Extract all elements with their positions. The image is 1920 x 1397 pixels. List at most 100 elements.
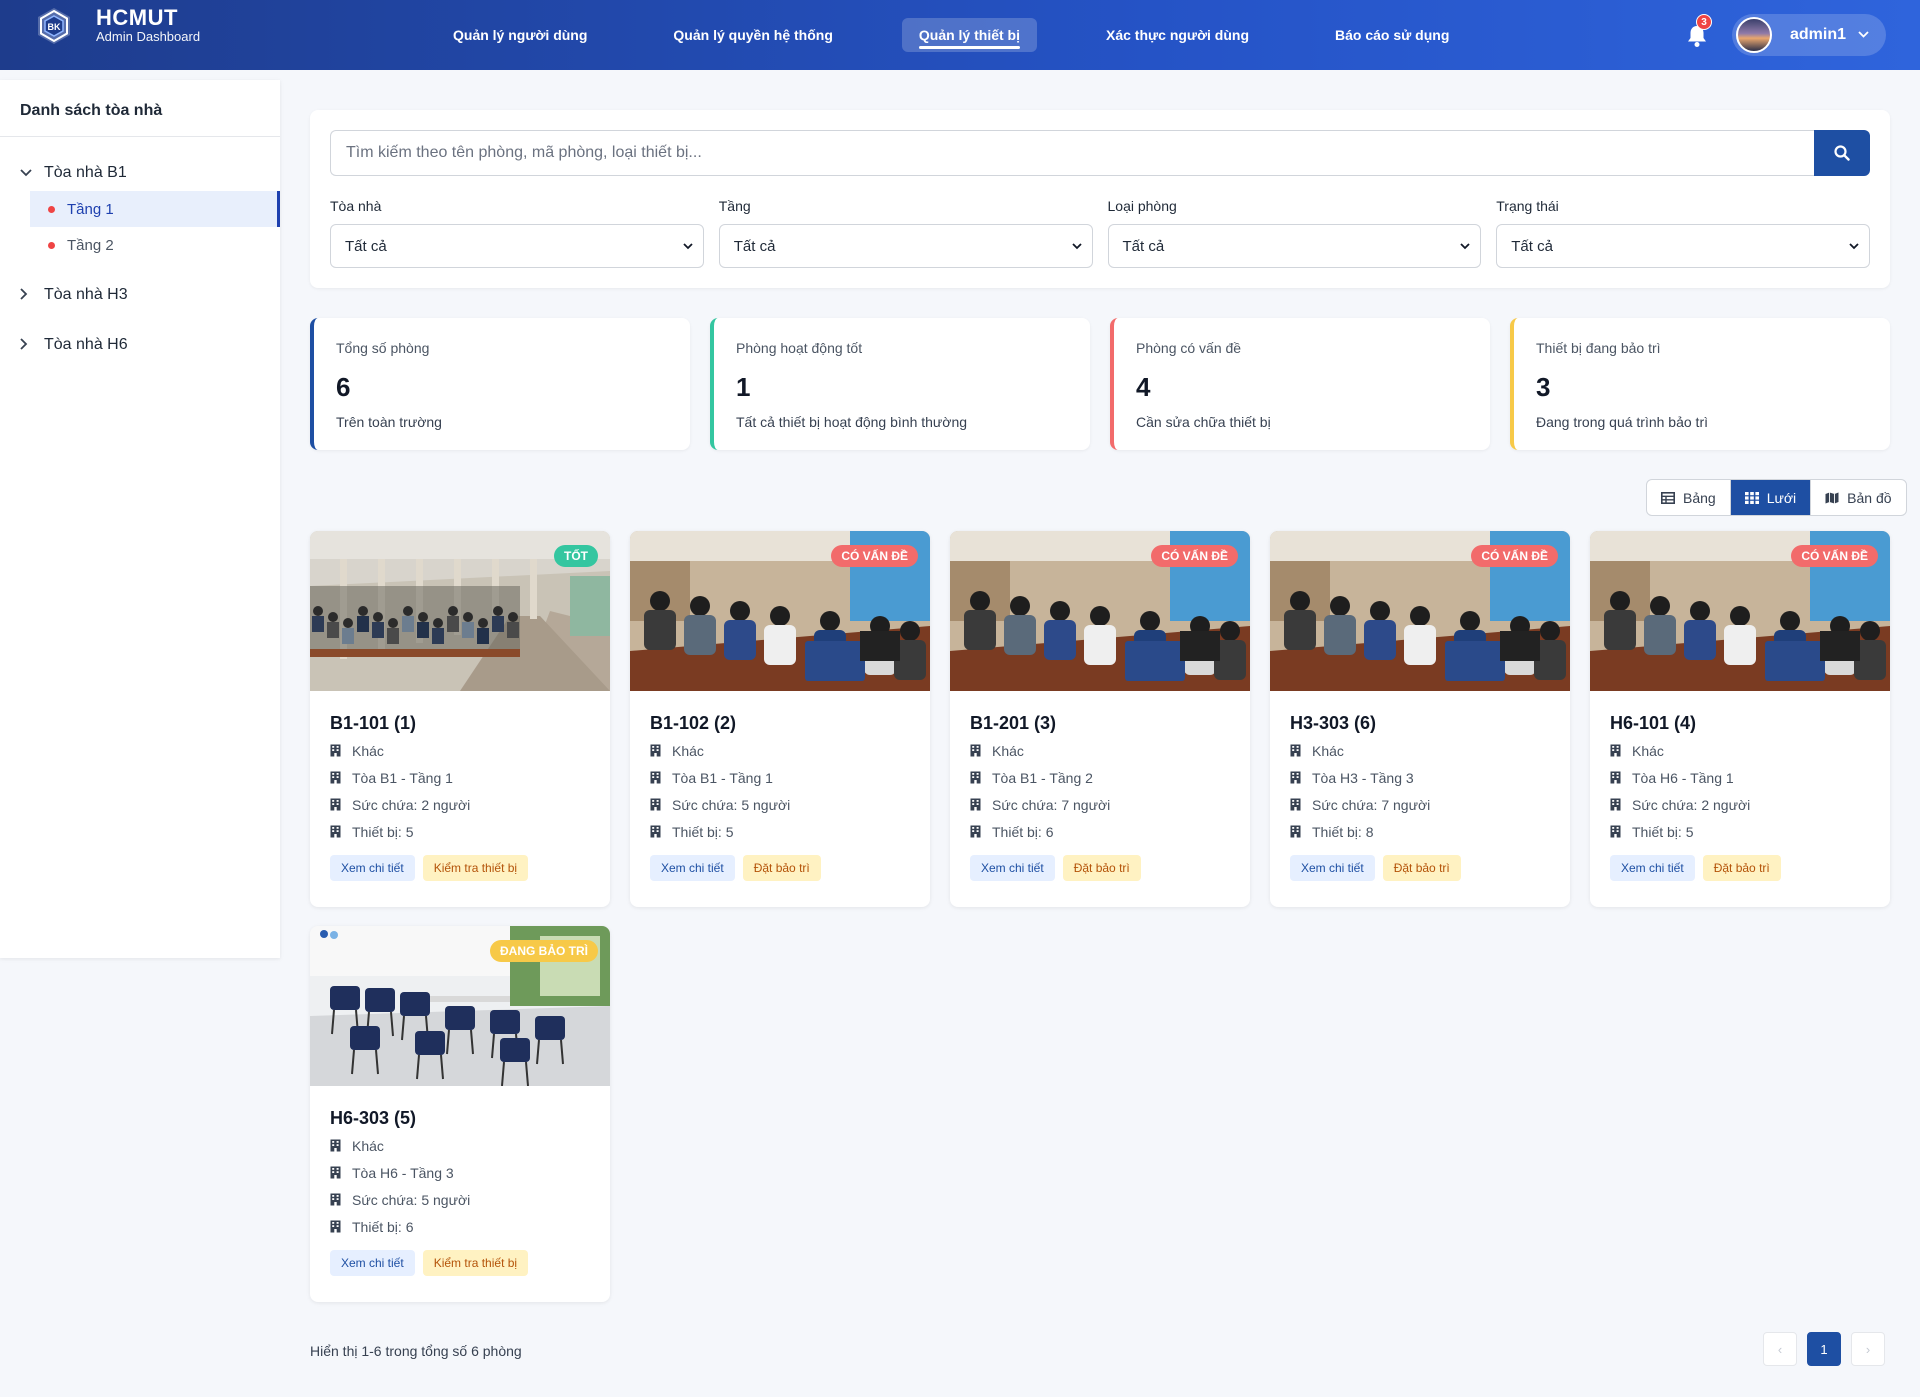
room-action-button[interactable]: Đặt bảo trì (1062, 855, 1141, 881)
view-table-button[interactable]: Bảng (1647, 480, 1731, 515)
stat-label: Phòng hoạt động tốt (736, 340, 863, 356)
chevron-down-icon (1849, 243, 1859, 250)
room-card[interactable]: CÓ VẤN ĐỀ B1-102 (2) Khác Tòa B1 - Tầng 1 Sứ… (630, 531, 930, 907)
chevron-down-icon (1460, 243, 1470, 250)
building-icon (1290, 771, 1301, 784)
building-icon (970, 825, 981, 838)
building-icon (330, 1220, 341, 1233)
nav-permission-management[interactable]: Quản lý quyền hệ thống (656, 18, 849, 52)
pagination-page-button[interactable]: 1 (1807, 1332, 1841, 1366)
room-capacity: Sức chứa: 5 người (650, 791, 910, 818)
stat-card-total-rooms: Tổng số phòng 6 Trên toàn trường (310, 318, 690, 450)
nav-usage-report[interactable]: Báo cáo sử dụng (1318, 18, 1466, 52)
view-detail-button[interactable]: Xem chi tiết (1610, 855, 1695, 881)
view-map-button[interactable]: Bản đồ (1811, 480, 1905, 515)
room-card[interactable]: TỐT B1-101 (1) Khác Tòa B1 - Tầng 1 Sức chứa… (310, 531, 610, 907)
avatar (1736, 17, 1772, 53)
sidebar-title: Danh sách tòa nhà (0, 80, 280, 137)
room-title: H3-303 (6) (1290, 713, 1377, 733)
status-badge: CÓ VẤN ĐỀ (1791, 545, 1878, 567)
user-menu[interactable]: admin1 (1732, 14, 1886, 56)
status-badge: CÓ VẤN ĐỀ (831, 545, 918, 567)
grid-icon (1744, 491, 1759, 504)
room-card[interactable]: CÓ VẤN ĐỀ H6-101 (4) Khác Tòa H6 - Tầng 1 Sứ… (1590, 531, 1890, 907)
nav-user-management[interactable]: Quản lý người dùng (436, 18, 604, 52)
filter-select-building[interactable]: Tất cả (330, 224, 704, 268)
filter-panel: Tòa nhà Tất cả Tầng Tất cả Loại phòng Tấ… (310, 110, 1890, 288)
stat-description: Tất cả thiết bị hoạt động bình thường (736, 414, 968, 430)
brand-title: HCMUT (96, 5, 178, 30)
nav-device-management[interactable]: Quản lý thiết bị (901, 18, 1037, 52)
map-icon (1825, 492, 1839, 503)
stat-card-maintenance: Thiết bị đang bảo trì 3 Đang trong quá t… (1510, 318, 1890, 450)
stats-row: Tổng số phòng 6 Trên toàn trường Phòng h… (310, 318, 1890, 450)
notification-button[interactable]: 3 (1684, 14, 1712, 48)
view-detail-button[interactable]: Xem chi tiết (330, 855, 415, 881)
tree-building-label: Tòa nhà H6 (44, 336, 128, 353)
room-type: Khác (330, 737, 590, 764)
tree-building-h6[interactable]: Tòa nhà H6 (0, 327, 280, 363)
building-icon (970, 771, 981, 784)
room-image: CÓ VẤN ĐỀ (1270, 531, 1570, 691)
building-icon (650, 771, 661, 784)
building-icon (330, 771, 341, 784)
chevron-down-icon (1071, 243, 1082, 250)
filter-select-floor[interactable]: Tất cả (718, 224, 1093, 268)
filter-value: Tất cả (733, 237, 776, 255)
tree-floor-label: Tầng 2 (67, 236, 114, 254)
search-bar (330, 130, 1870, 176)
pagination-next-button[interactable]: › (1851, 1332, 1885, 1366)
brand[interactable]: BK HCMUT Admin Dashboard (34, 6, 200, 46)
tree-building-b1[interactable]: Tòa nhà B1 (0, 155, 280, 191)
room-location: Tòa H6 - Tầng 3 (330, 1159, 590, 1186)
search-input[interactable] (330, 130, 1814, 176)
room-action-button[interactable]: Đặt bảo trì (1702, 855, 1781, 881)
view-detail-button[interactable]: Xem chi tiết (1290, 855, 1375, 881)
filter-row: Tòa nhà Tất cả Tầng Tất cả Loại phòng Tấ… (330, 198, 1870, 268)
building-icon (1610, 744, 1621, 757)
table-icon (1661, 491, 1675, 504)
status-badge: ĐANG BẢO TRÌ (490, 940, 598, 962)
room-location: Tòa B1 - Tầng 1 (330, 764, 590, 791)
room-type: Khác (330, 1132, 590, 1159)
room-action-button[interactable]: Đặt bảo trì (742, 855, 821, 881)
room-action-button[interactable]: Kiểm tra thiết bị (422, 855, 529, 881)
view-detail-button[interactable]: Xem chi tiết (650, 855, 735, 881)
tree-floor-b1-2[interactable]: Tầng 2 (30, 227, 280, 263)
room-card[interactable]: CÓ VẤN ĐỀ B1-201 (3) Khác Tòa B1 - Tầng 2 Sứ… (950, 531, 1250, 907)
view-mode-toggle: Bảng Lưới Bản đồ (1646, 479, 1907, 516)
room-card[interactable]: CÓ VẤN ĐỀ H3-303 (6) Khác Tòa H3 - Tầng 3 Sứ… (1270, 531, 1570, 907)
building-icon (1610, 798, 1621, 811)
room-devices: Thiết bị: 8 (1290, 818, 1550, 845)
room-location: Tòa B1 - Tầng 1 (650, 764, 910, 791)
view-grid-button[interactable]: Lưới (1730, 480, 1812, 515)
tree-floor-label: Tầng 1 (67, 200, 114, 218)
room-location: Tòa H6 - Tầng 1 (1610, 764, 1870, 791)
room-card[interactable]: ĐANG BẢO TRÌ H6-303 (5) Khác Tòa H6 - Tầng … (310, 926, 610, 1302)
filter-select-status[interactable]: Tất cả (1496, 224, 1870, 268)
status-badge: TỐT (554, 545, 598, 567)
room-type: Khác (970, 737, 1230, 764)
room-action-button[interactable]: Đặt bảo trì (1382, 855, 1461, 881)
building-icon (1610, 825, 1621, 838)
pagination-prev-button[interactable]: ‹ (1763, 1332, 1797, 1366)
filter-value: Tất cả (1122, 237, 1165, 255)
top-navbar: BK HCMUT Admin Dashboard Quản lý người d… (0, 0, 1920, 70)
view-detail-button[interactable]: Xem chi tiết (970, 855, 1055, 881)
stat-description: Đang trong quá trình bảo trì (1536, 414, 1708, 430)
room-action-button[interactable]: Kiểm tra thiết bị (422, 1250, 529, 1276)
room-type: Khác (650, 737, 910, 764)
filter-select-room-type[interactable]: Tất cả (1107, 224, 1482, 268)
building-icon (330, 798, 341, 811)
tree-floor-b1-1[interactable]: Tầng 1 (30, 191, 280, 227)
tree-building-h3[interactable]: Tòa nhà H3 (0, 277, 280, 313)
nav-user-authentication[interactable]: Xác thực người dùng (1089, 18, 1266, 52)
view-detail-button[interactable]: Xem chi tiết (330, 1250, 415, 1276)
room-image: TỐT (310, 531, 610, 691)
chevron-right-icon (20, 287, 34, 303)
search-button[interactable] (1814, 130, 1870, 176)
tree-building-label: Tòa nhà B1 (44, 164, 127, 181)
filter-value: Tất cả (1511, 237, 1553, 255)
building-icon (330, 1139, 341, 1152)
stat-value: 1 (736, 372, 751, 402)
